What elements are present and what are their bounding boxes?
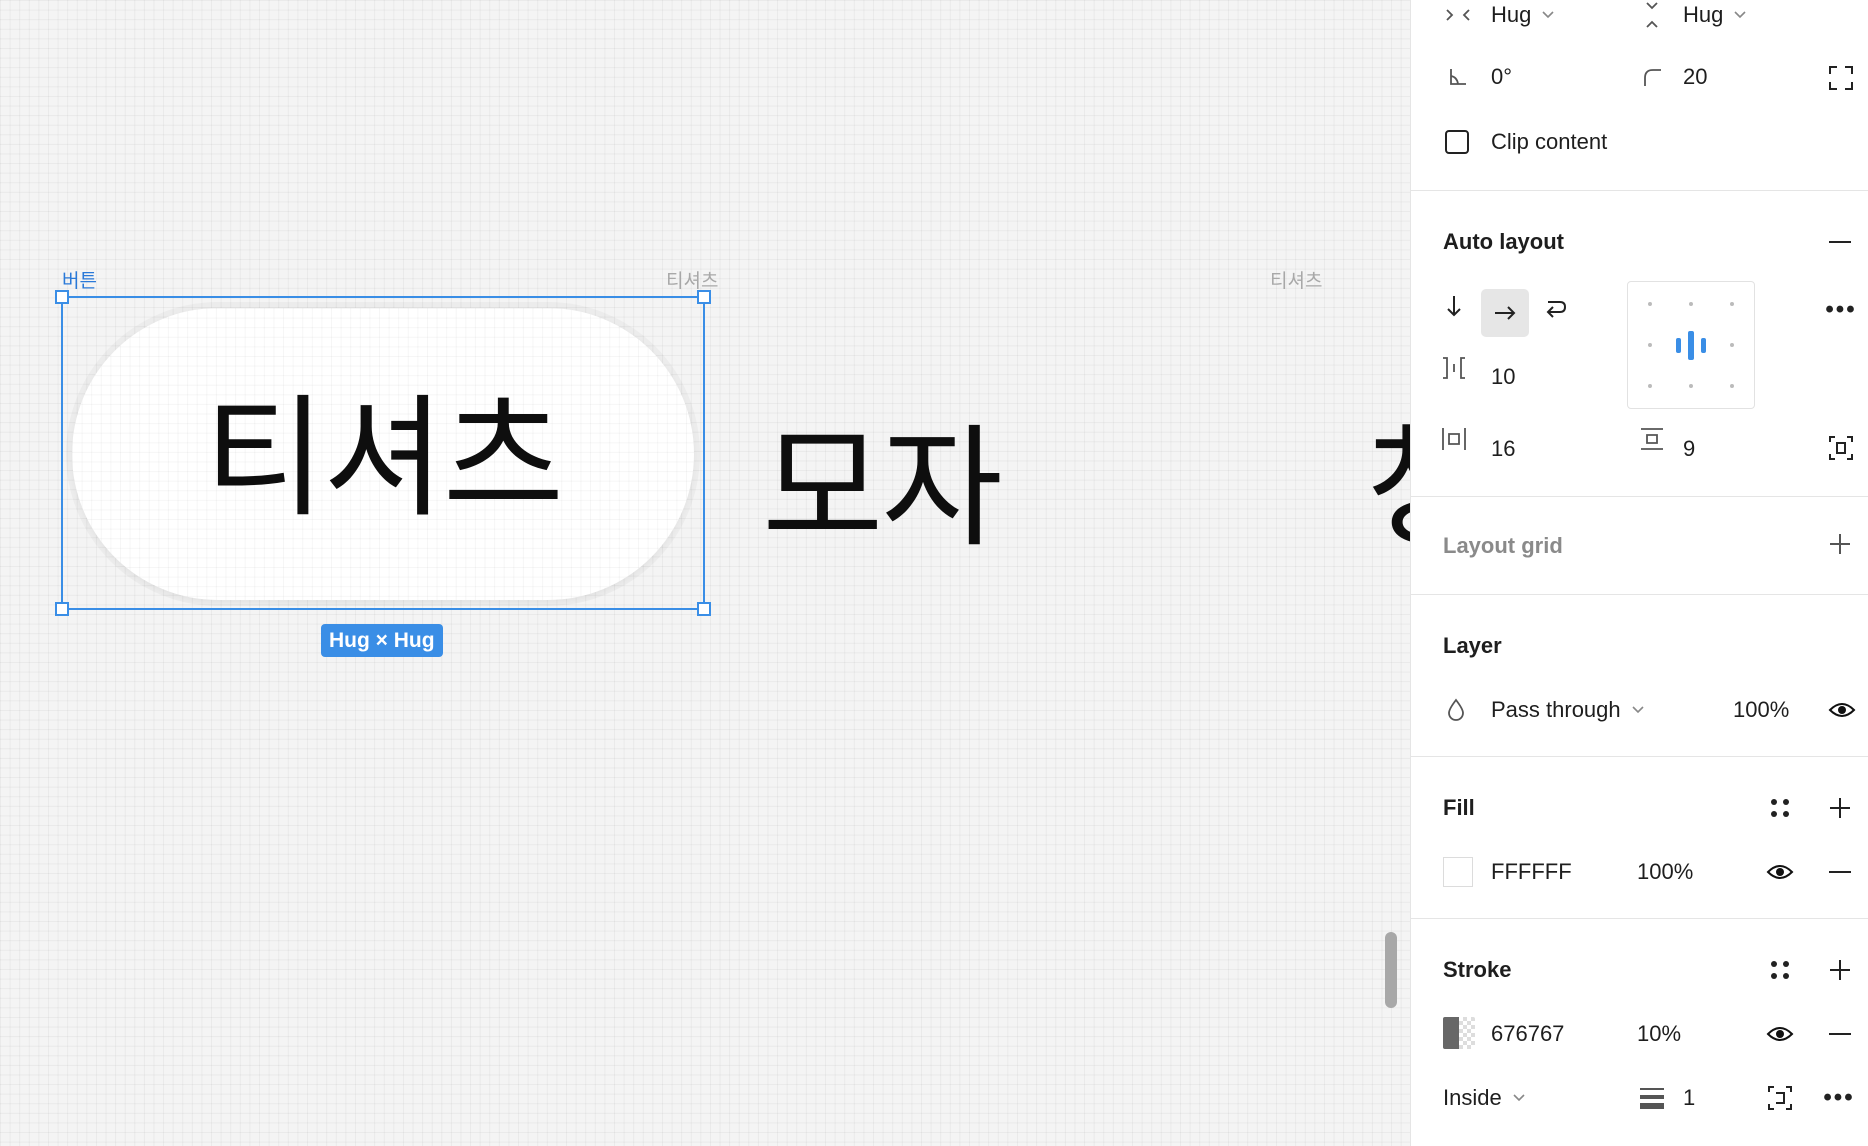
fill-hex-value[interactable]: FFFFFF [1491, 859, 1572, 885]
style-grid-icon[interactable] [1765, 955, 1795, 985]
remove-stroke-icon[interactable] [1825, 1021, 1855, 1047]
add-layout-grid-icon[interactable] [1825, 529, 1855, 559]
stroke-weight-value[interactable]: 1 [1683, 1085, 1695, 1111]
independent-padding-icon[interactable] [1827, 434, 1855, 462]
fill-visibility-eye-icon[interactable] [1765, 859, 1795, 885]
height-mode-value: Hug [1683, 2, 1724, 27]
size-badge: Hug × Hug [321, 624, 443, 657]
remove-fill-icon[interactable] [1825, 859, 1855, 885]
alignment-grid[interactable] [1627, 281, 1755, 409]
chevron-down-icon [1542, 11, 1554, 19]
chevron-down-icon [1513, 1094, 1525, 1102]
properties-panel: Hug Hug 0° 20 Clip content Auto layout •… [1410, 0, 1868, 1146]
width-mode-dropdown[interactable]: Hug [1491, 0, 1555, 30]
stroke-more-options-icon[interactable]: ••• [1819, 1083, 1859, 1113]
button-text[interactable]: 티셔츠 [204, 352, 564, 543]
gap-value[interactable]: 10 [1491, 364, 1515, 390]
stroke-section: Stroke 676767 10% Inside 1 ••• [1411, 918, 1868, 1146]
horizontal-padding-value[interactable]: 16 [1491, 436, 1515, 462]
vertical-resize-icon [1637, 0, 1667, 30]
blend-mode-value: Pass through [1491, 697, 1621, 722]
corner-radius-value[interactable]: 20 [1683, 64, 1707, 90]
individual-strokes-icon[interactable] [1765, 1083, 1795, 1113]
stroke-color-swatch[interactable] [1443, 1017, 1475, 1049]
vertical-padding-value[interactable]: 9 [1683, 436, 1695, 462]
rotation-icon [1445, 64, 1471, 90]
frame-label-tshirt[interactable]: 티셔츠 [666, 266, 718, 293]
stroke-visibility-eye-icon[interactable] [1765, 1021, 1795, 1047]
stroke-position-value: Inside [1443, 1085, 1502, 1110]
chevron-down-icon [1632, 706, 1644, 714]
more-options-icon[interactable]: ••• [1821, 295, 1861, 325]
add-fill-icon[interactable] [1825, 793, 1855, 823]
stroke-position-dropdown[interactable]: Inside [1443, 1083, 1526, 1113]
horizontal-resize-icon [1443, 0, 1473, 30]
gap-icon [1439, 353, 1469, 383]
design-canvas[interactable]: 버튼 티셔츠 티셔츠 티셔츠 모자 청 Hug × Hug [0, 0, 1410, 1146]
frame-label-tshirt-2[interactable]: 티셔츠 [1270, 266, 1322, 293]
wrap-icon[interactable] [1539, 291, 1573, 325]
layout-grid-title: Layout grid [1443, 533, 1563, 558]
resize-handle-top-right[interactable] [697, 290, 711, 304]
layer-title: Layer [1443, 633, 1502, 658]
blend-mode-dropdown[interactable]: Pass through [1491, 695, 1645, 725]
style-grid-icon[interactable] [1765, 793, 1795, 823]
partial-text[interactable]: 청 [1366, 382, 1410, 573]
resize-handle-bottom-right[interactable] [697, 602, 711, 616]
remove-auto-layout-icon[interactable] [1825, 227, 1855, 257]
chevron-down-icon [1734, 11, 1746, 19]
stroke-weight-icon [1637, 1083, 1667, 1113]
frame-label-button[interactable]: 버튼 [62, 266, 97, 293]
checkbox-box[interactable] [1445, 130, 1469, 154]
clip-content-checkbox[interactable]: Clip content [1445, 128, 1607, 156]
alignment-dots-icon [1648, 302, 1734, 388]
canvas-scrollbar[interactable] [1385, 932, 1397, 1008]
resize-handle-bottom-left[interactable] [55, 602, 69, 616]
stroke-title: Stroke [1443, 957, 1512, 982]
direction-horizontal-icon[interactable] [1481, 289, 1529, 337]
rotation-value[interactable]: 0° [1491, 64, 1512, 90]
add-stroke-icon[interactable] [1825, 955, 1855, 985]
stroke-hex-value[interactable]: 676767 [1491, 1021, 1564, 1047]
fill-opacity-value[interactable]: 100% [1637, 859, 1693, 885]
direction-vertical-icon[interactable] [1439, 291, 1469, 321]
corner-radius-icon [1639, 64, 1665, 90]
width-mode-value: Hug [1491, 2, 1532, 27]
fill-section: Fill FFFFFF 100% [1411, 756, 1868, 918]
fill-color-swatch[interactable] [1443, 857, 1473, 887]
layer-opacity-value[interactable]: 100% [1733, 697, 1789, 723]
clip-content-label: Clip content [1491, 129, 1608, 154]
layer-section: Layer Pass through 100% [1411, 594, 1868, 756]
layer-visibility-eye-icon[interactable] [1827, 697, 1857, 723]
hat-text[interactable]: 모자 [762, 382, 1003, 573]
height-mode-dropdown[interactable]: Hug [1683, 0, 1747, 30]
blend-mode-icon [1443, 697, 1469, 723]
independent-corners-icon[interactable] [1827, 64, 1855, 92]
vertical-padding-icon [1637, 424, 1667, 454]
layout-grid-section: Layout grid [1411, 496, 1868, 594]
button-frame[interactable]: 티셔츠 [72, 308, 694, 600]
fill-title: Fill [1443, 795, 1475, 820]
resize-handle-top-left[interactable] [55, 290, 69, 304]
stroke-opacity-value[interactable]: 10% [1637, 1021, 1681, 1047]
horizontal-padding-icon [1439, 424, 1469, 454]
auto-layout-title: Auto layout [1443, 229, 1564, 254]
